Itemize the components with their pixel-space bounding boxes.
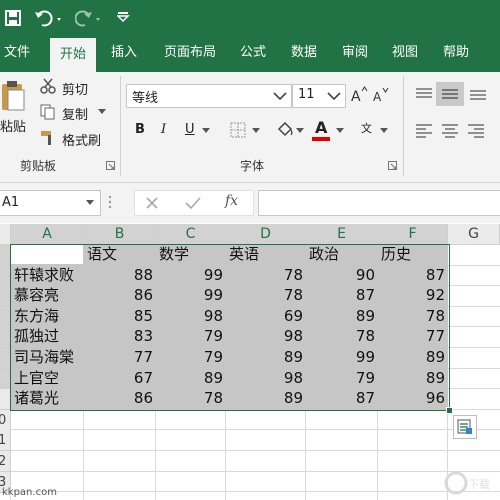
underline-dropdown-icon[interactable] [202,128,210,134]
svg-text:A: A [373,90,382,104]
fill-color-dropdown-icon[interactable] [296,128,304,134]
tab-formulas[interactable]: 公式 [234,36,272,72]
copy-dropdown-icon[interactable] [98,109,106,115]
gridline-horizontal [11,450,500,451]
select-all-corner[interactable] [0,224,11,245]
ribbon-separator [120,76,121,176]
align-middle-button[interactable] [436,82,464,106]
watermark-text: kkpan.com [2,487,57,498]
chevron-down-icon [273,92,287,101]
ribbon-separator [403,76,404,176]
customize-icon[interactable] [117,11,131,23]
row-header[interactable]: 1 [0,430,11,451]
phonetic-guide-button[interactable]: 文 [361,120,372,136]
column-header-g[interactable]: G [448,224,500,245]
formula-input[interactable] [258,190,500,216]
tab-page-layout[interactable]: 页面布局 [158,36,222,72]
font-group-label: 字体 [240,159,265,173]
row-header[interactable]: 2 [0,451,11,472]
quick-analysis-button[interactable] [453,415,477,439]
cancel-icon[interactable] [145,196,159,210]
clipboard-group-label: 剪贴板 [20,159,57,173]
tab-home[interactable]: 开始 [50,38,96,72]
cut-button[interactable]: 剪切 [62,79,88,98]
gridline-horizontal [11,429,500,430]
borders-dropdown-icon[interactable] [252,128,260,134]
insert-function-button[interactable]: fx [225,193,238,209]
undo-icon[interactable] [34,8,64,28]
formula-buttons: fx [134,190,254,216]
name-box[interactable]: A1 [0,190,101,216]
font-color-dropdown-icon[interactable] [336,128,344,134]
tab-help[interactable]: 帮助 [436,36,476,72]
align-left-icon[interactable] [414,122,434,138]
row-header[interactable]: 0 [0,410,11,431]
column-header-a[interactable]: A [11,224,84,246]
paste-label[interactable]: 粘贴 [0,116,26,135]
redo-icon[interactable] [75,8,105,28]
align-right-icon[interactable] [466,122,486,138]
tab-data[interactable]: 数据 [284,36,324,72]
tab-review[interactable]: 审阅 [336,36,374,72]
paste-icon[interactable] [0,78,26,112]
name-box-dropdown-icon[interactable] [86,200,94,206]
tab-insert[interactable]: 插入 [104,36,144,72]
clipboard-launcher-icon[interactable] [106,161,115,170]
underline-button[interactable]: U [185,122,195,137]
decrease-font-size-icon[interactable]: A [372,86,390,104]
copy-button[interactable]: 复制 [62,104,88,123]
gridline-horizontal [11,491,500,492]
bold-button[interactable]: B [135,122,145,137]
svg-text:下载: 下载 [468,478,490,491]
font-size-value: 11 [298,87,315,102]
formula-bar-grip-icon [108,195,112,209]
selection-border [10,244,450,411]
column-header-d[interactable]: D [226,224,306,246]
font-launcher-icon[interactable] [388,161,397,170]
svg-text:A: A [351,89,361,104]
column-header-b[interactable]: B [84,224,156,246]
fill-color-icon[interactable] [276,120,294,138]
save-icon[interactable] [4,9,22,27]
format-painter-icon[interactable] [40,130,58,146]
font-name-box[interactable]: 等线 [126,84,292,108]
align-center-icon[interactable] [440,122,460,138]
quick-analysis-icon [457,419,472,434]
gridline-horizontal [11,471,500,472]
increase-font-size-icon[interactable]: A [350,86,368,104]
fill-handle[interactable] [446,407,453,414]
font-color-button[interactable]: A [315,118,327,137]
font-color-swatch [312,137,330,141]
copy-icon[interactable] [40,104,56,120]
column-header-c[interactable]: C [156,224,226,246]
italic-button[interactable]: I [161,122,166,137]
font-size-box[interactable]: 11 [292,84,346,108]
enter-icon[interactable] [185,196,201,210]
column-header-e[interactable]: E [306,224,378,246]
format-painter-button[interactable]: 格式刷 [62,130,101,149]
chevron-down-icon [327,92,341,101]
cut-icon[interactable] [40,78,56,94]
align-middle-icon [442,89,458,99]
column-header-f[interactable]: F [378,224,448,246]
font-name-value: 等线 [132,91,159,106]
phonetic-dropdown-icon[interactable] [380,128,388,134]
name-box-value: A1 [2,195,20,210]
watermark-logo: 下载 [444,471,490,495]
align-bottom-icon[interactable] [468,86,488,102]
tab-view[interactable]: 视图 [386,36,424,72]
tab-file[interactable]: 文件 [0,36,34,72]
borders-icon[interactable] [230,122,246,138]
align-top-icon[interactable] [414,86,434,102]
